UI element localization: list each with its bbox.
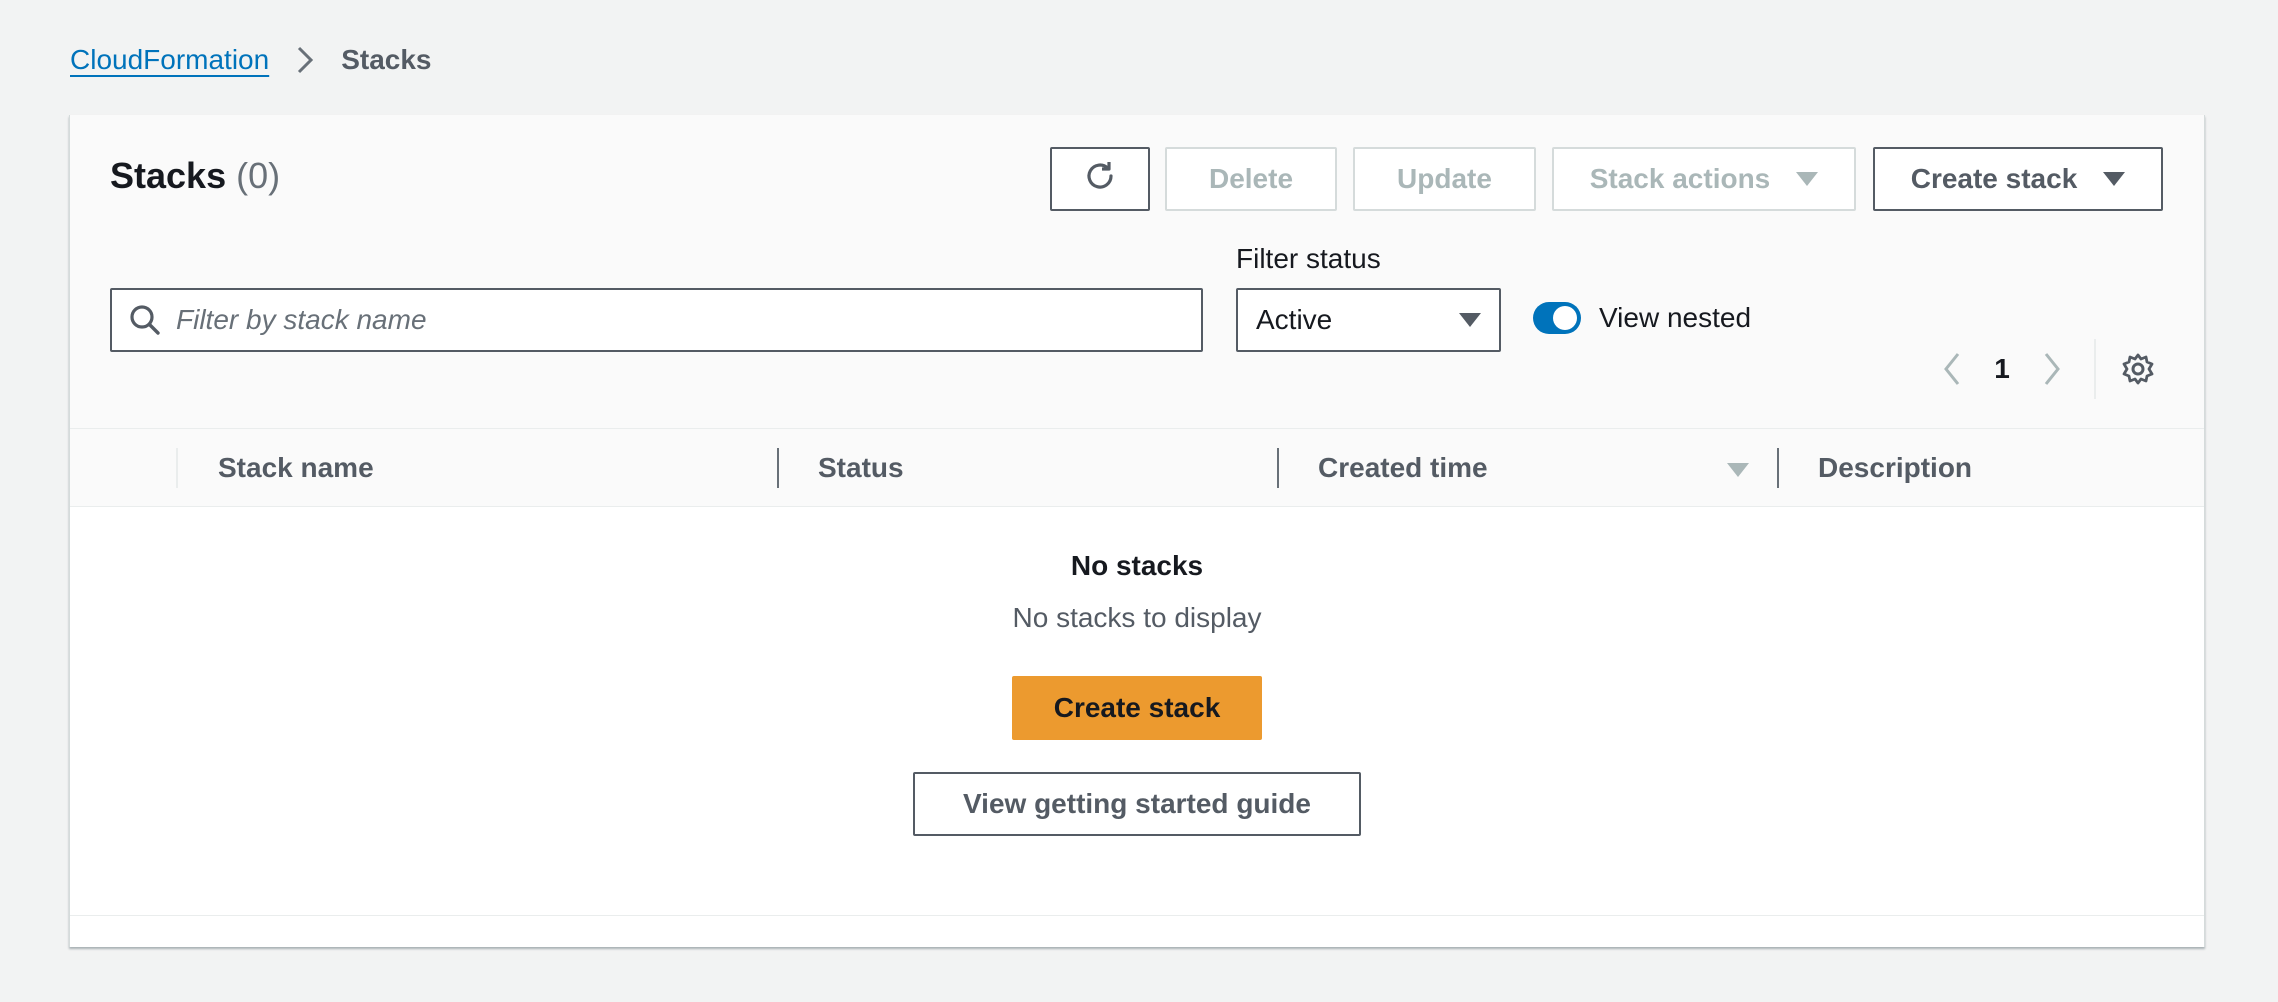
page-number[interactable]: 1 (1972, 353, 2032, 385)
column-stack-name[interactable]: Stack name (218, 429, 374, 507)
view-getting-started-guide-button[interactable]: View getting started guide (913, 772, 1361, 836)
table-header: Stack name Status Created time Descripti… (70, 429, 2204, 507)
panel-header: Stacks (0) Delete Update Stack actions C… (70, 115, 2204, 429)
delete-button[interactable]: Delete (1165, 147, 1337, 211)
stack-actions-button[interactable]: Stack actions (1552, 147, 1856, 211)
column-status[interactable]: Status (818, 429, 904, 507)
column-description[interactable]: Description (1818, 429, 1972, 507)
column-resizer[interactable] (1777, 448, 1779, 488)
column-resizer[interactable] (777, 448, 779, 488)
caret-down-icon (2103, 172, 2126, 186)
page-title: Stacks (0) (110, 155, 280, 197)
column-created-time[interactable]: Created time (1318, 429, 1488, 507)
caret-down-icon (1796, 172, 1819, 186)
breadcrumb-cloudformation-link[interactable]: CloudFormation (70, 44, 269, 76)
filter-status-value: Active (1256, 304, 1333, 335)
search-box (110, 288, 1203, 352)
breadcrumb: CloudFormation Stacks (70, 44, 432, 76)
update-button[interactable]: Update (1353, 147, 1536, 211)
search-icon (128, 303, 162, 337)
pagination: 1 (1932, 337, 2158, 401)
column-divider (176, 448, 178, 488)
pagination-divider (2094, 339, 2096, 399)
create-stack-dropdown-button[interactable]: Create stack (1873, 147, 2163, 211)
search-input[interactable] (176, 304, 1176, 336)
create-stack-button[interactable]: Create stack (1012, 676, 1262, 740)
chevron-left-icon[interactable] (1932, 349, 1972, 389)
breadcrumb-current: Stacks (341, 44, 432, 75)
chevron-right-icon[interactable] (2032, 349, 2072, 389)
view-nested-toggle[interactable] (1533, 302, 1581, 334)
table-footer-divider (70, 915, 2204, 916)
refresh-icon (1082, 158, 1118, 201)
view-nested-toggle-group: View nested (1533, 302, 1751, 334)
refresh-button[interactable] (1050, 147, 1150, 211)
view-nested-label: View nested (1599, 302, 1752, 333)
create-stack-label: Create stack (1910, 163, 2078, 194)
filter-status-select[interactable]: Active (1236, 288, 1501, 352)
caret-down-icon (1459, 313, 1481, 327)
filter-status-label: Filter status (1236, 243, 1381, 274)
title-text: Stacks (110, 155, 227, 196)
empty-state-title: No stacks (1070, 550, 1204, 581)
stack-count: (0) (236, 155, 281, 196)
stack-actions-label: Stack actions (1589, 163, 1771, 194)
column-resizer[interactable] (1277, 448, 1279, 488)
chevron-right-icon (291, 46, 319, 74)
gear-icon[interactable] (2118, 349, 2158, 389)
stacks-panel: Stacks (0) Delete Update Stack actions C… (69, 115, 2205, 947)
empty-state-subtitle: No stacks to display (1012, 602, 1262, 633)
sort-descending-icon[interactable] (1727, 463, 1749, 477)
